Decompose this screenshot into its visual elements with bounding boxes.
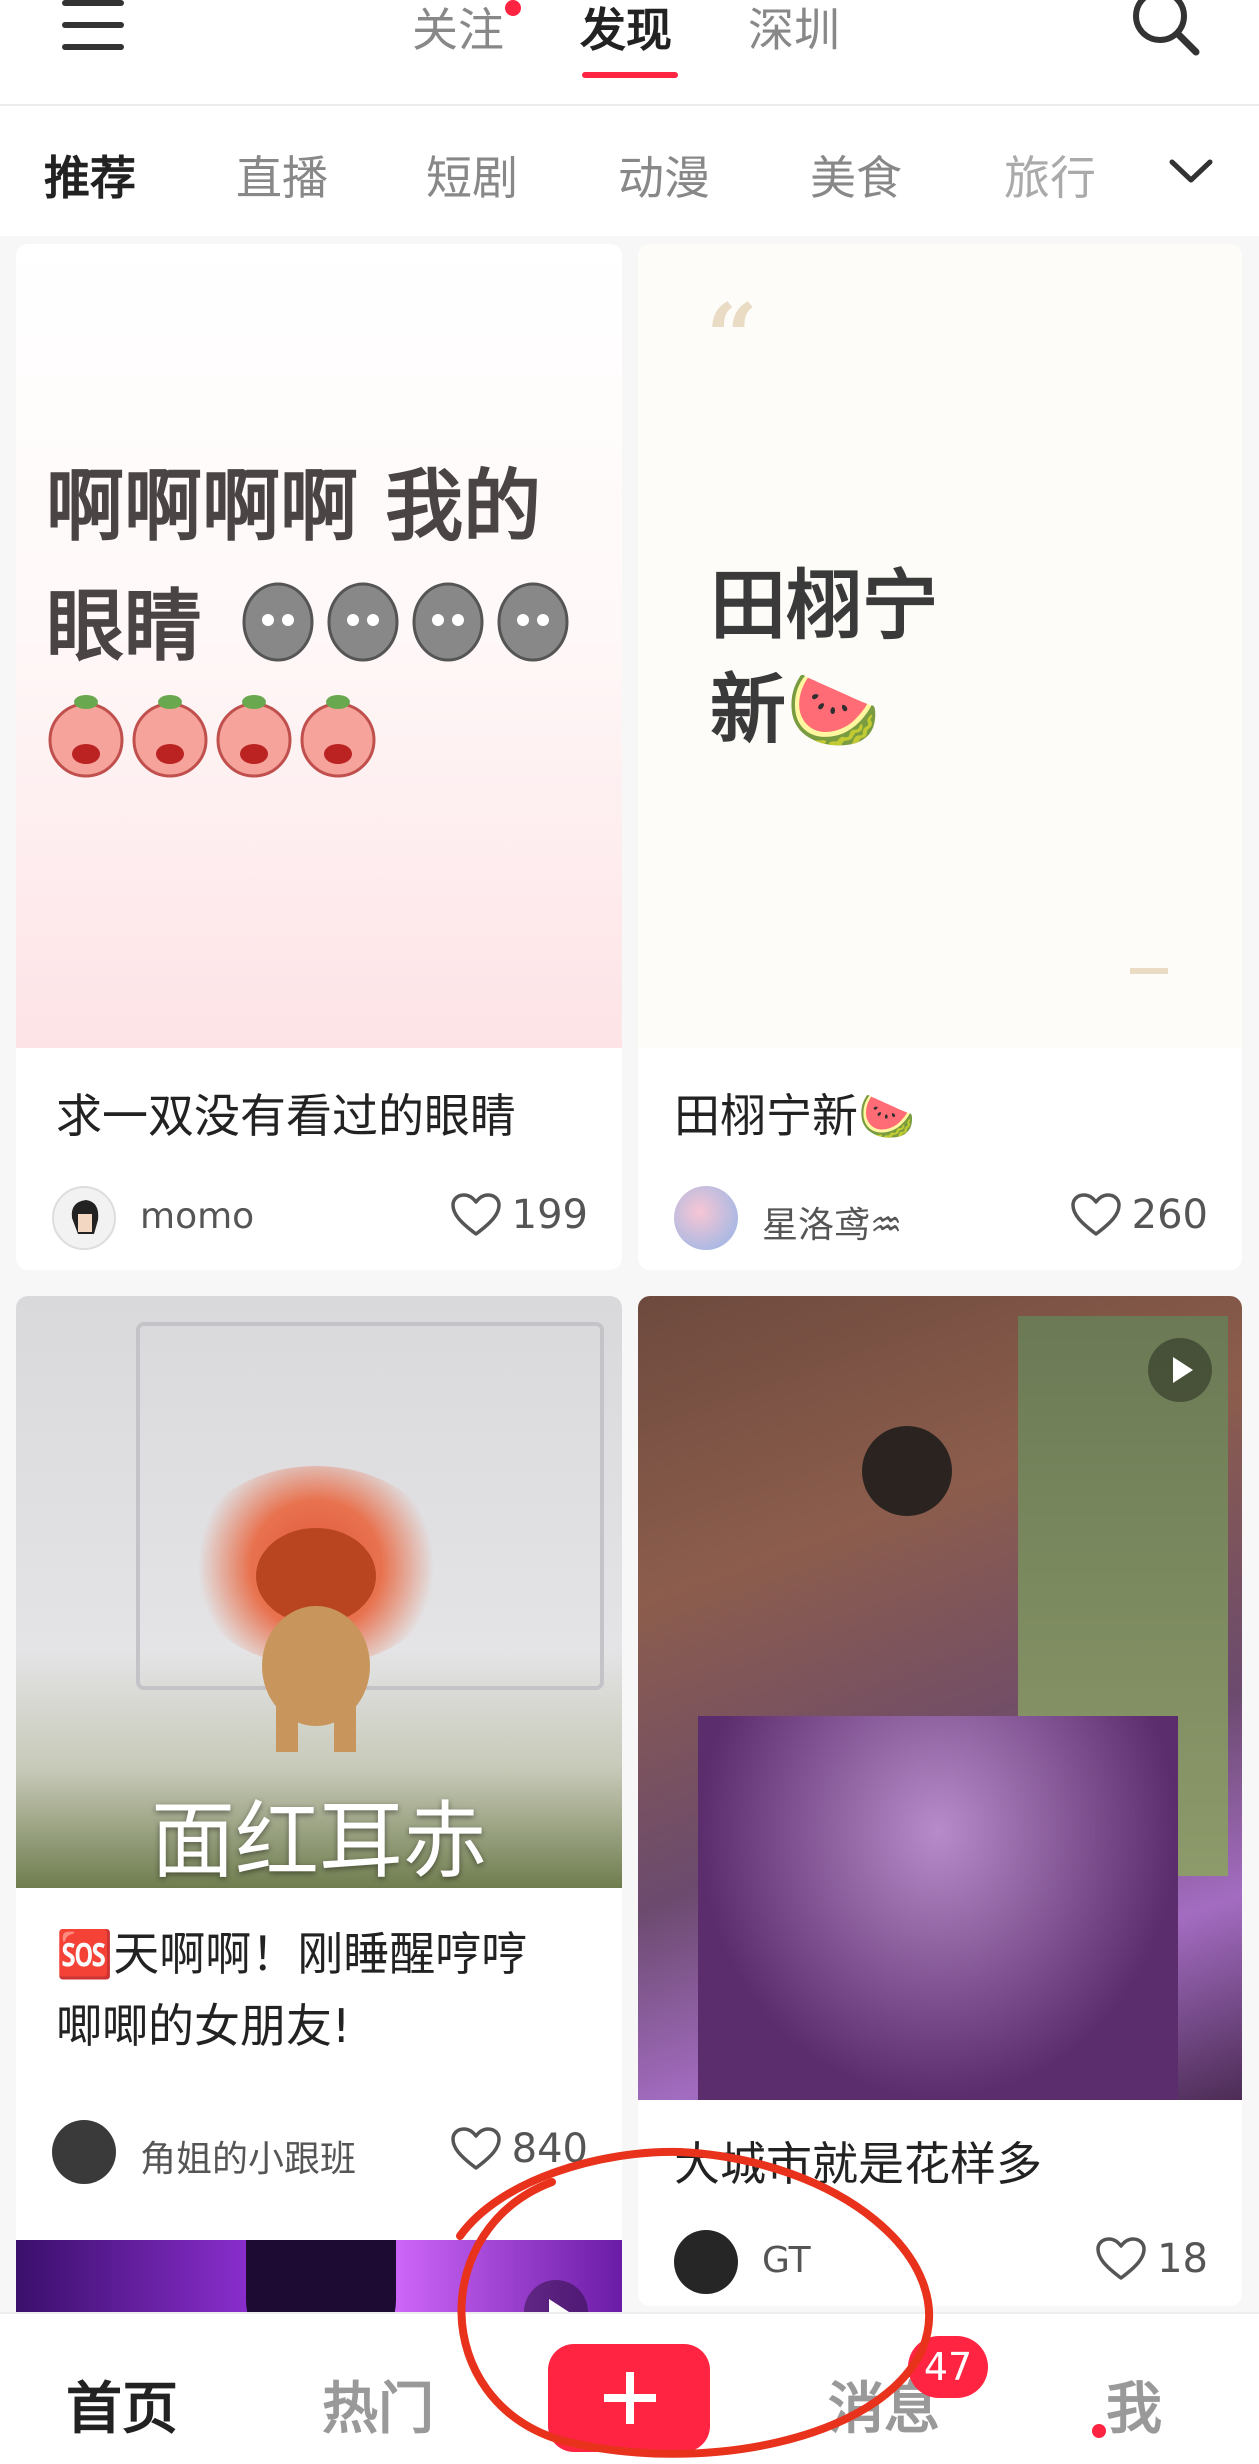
follow-notification-dot	[505, 0, 521, 16]
note-cover	[638, 1296, 1242, 2100]
avatar[interactable]	[52, 2120, 116, 2184]
cover-text: 眼睛	[46, 582, 203, 672]
author-row: 星洛鸢♒ 260	[674, 1186, 1208, 1250]
like-count: 840	[511, 2126, 588, 2172]
like-count: 18	[1157, 2236, 1208, 2282]
category-bar: 推荐 直播 短剧 动漫 美食 旅行	[0, 106, 1259, 236]
like-count: 199	[511, 1192, 588, 1238]
search-icon[interactable]	[1128, 0, 1204, 60]
category-recommend[interactable]: 推荐	[44, 142, 136, 208]
heart-icon	[450, 2127, 501, 2170]
heart-icon	[1070, 1193, 1121, 1236]
cover-text: 田栩宁	[710, 561, 938, 650]
avatar[interactable]	[674, 2230, 738, 2294]
chevron-down-icon[interactable]	[1168, 156, 1214, 186]
category-travel[interactable]: 旅行	[1004, 142, 1096, 208]
nav-home[interactable]: 首页	[66, 2364, 178, 2445]
like-button[interactable]: 199	[450, 1192, 588, 1238]
like-button[interactable]: 840	[450, 2126, 588, 2172]
note-title: 🆘天啊啊！刚睡醒哼哼	[56, 1927, 528, 1981]
like-button[interactable]: 260	[1070, 1192, 1208, 1238]
heart-icon	[450, 1193, 501, 1236]
category-food[interactable]: 美食	[810, 142, 902, 208]
note-title: 大城市就是花样多	[674, 2137, 1042, 2191]
tab-follow[interactable]: 关注	[412, 0, 504, 60]
heart-icon	[1096, 2237, 1146, 2280]
note-card[interactable]: 面红耳赤 🆘天啊啊！刚睡醒哼哼 唧唧的女朋友! 角姐的小跟班 840	[16, 1296, 622, 2428]
author-name[interactable]: 角姐的小跟班	[140, 2130, 356, 2182]
avatar[interactable]	[674, 1186, 738, 1250]
note-card[interactable]: 啊啊啊啊 我的 眼睛 求一双没有看过的眼睛 momo 199	[16, 244, 622, 1270]
note-title: 唧唧的女朋友!	[56, 1999, 351, 2053]
tab-city[interactable]: 深圳	[748, 0, 840, 60]
active-tab-indicator	[582, 72, 678, 78]
play-icon[interactable]	[1148, 1338, 1212, 1402]
top-bar: 关注 发现 深圳	[0, 0, 1259, 106]
category-anime[interactable]: 动漫	[618, 142, 710, 208]
quote-mark-icon: “	[706, 284, 758, 390]
plus-icon	[604, 2372, 656, 2424]
nav-me[interactable]: 我	[1106, 2364, 1162, 2445]
note-cover: 啊啊啊啊 我的 眼睛	[16, 244, 622, 1048]
sticker-faces-icon	[242, 582, 569, 662]
like-button[interactable]: 18	[1095, 2236, 1208, 2282]
wall-fan	[862, 1426, 952, 1516]
cover-text: 啊啊啊啊 我的	[46, 462, 542, 552]
author-row: GT 18	[674, 2230, 1208, 2294]
cartoon-dog-icon	[256, 1528, 376, 1752]
crowd	[698, 1716, 1178, 2100]
category-live[interactable]: 直播	[236, 142, 328, 208]
cover-text: 新🍉	[710, 665, 881, 754]
feed: 啊啊啊啊 我的 眼睛 求一双没有看过的眼睛 momo 199 “ 田栩宁 新🍉 …	[0, 236, 1259, 2428]
note-cover: “ 田栩宁 新🍉	[638, 244, 1242, 1048]
note-cover: 面红耳赤	[16, 1296, 622, 1890]
author-name[interactable]: momo	[140, 1196, 254, 1237]
bottom-nav: 首页 热门 消息 47 我	[0, 2312, 1259, 2464]
avatar[interactable]	[52, 1186, 116, 1250]
author-name[interactable]: GT	[762, 2240, 811, 2281]
nav-hot[interactable]: 热门	[322, 2364, 434, 2445]
tab-discover[interactable]: 发现	[580, 0, 672, 60]
create-post-button[interactable]	[548, 2344, 710, 2452]
note-card[interactable]: 大城市就是花样多 GT 18	[638, 1296, 1242, 2306]
author-row: 角姐的小跟班 840	[52, 2120, 588, 2184]
sticker-peach-icon	[48, 695, 376, 778]
menu-icon[interactable]	[62, 0, 124, 50]
author-name[interactable]: 星洛鸢♒	[762, 1196, 902, 1248]
me-notification-dot	[1092, 2424, 1106, 2438]
decorative-line	[1130, 968, 1168, 974]
author-row: momo 199	[52, 1186, 588, 1250]
note-card[interactable]: “ 田栩宁 新🍉 田栩宁新🍉 星洛鸢♒ 260	[638, 244, 1242, 1270]
note-title: 田栩宁新🍉	[674, 1089, 916, 1143]
category-short-drama[interactable]: 短剧	[426, 142, 518, 208]
like-count: 260	[1131, 1192, 1208, 1238]
note-title: 求一双没有看过的眼睛	[56, 1089, 516, 1143]
message-count-badge: 47	[908, 2336, 988, 2398]
cover-caption: 面红耳赤	[150, 1792, 487, 1890]
